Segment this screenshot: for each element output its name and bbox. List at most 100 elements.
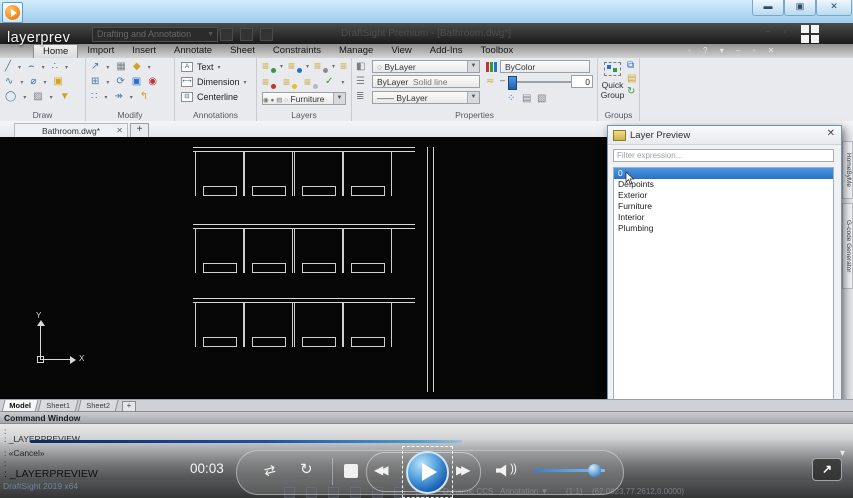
- polygon-tool-icon[interactable]: ▼: [60, 91, 70, 103]
- dimension-button[interactable]: Dimension: [197, 77, 240, 87]
- copy-properties-icon[interactable]: ▤: [522, 93, 531, 105]
- circle-tool-icon[interactable]: ◯: [5, 91, 16, 103]
- stop-button[interactable]: [344, 464, 358, 478]
- color-select[interactable]: ByColor: [500, 60, 590, 73]
- match-properties-icon[interactable]: ⁘: [507, 93, 515, 105]
- open-file-icon[interactable]: [240, 28, 253, 41]
- volume-slider-thumb[interactable]: [588, 464, 601, 477]
- toolbar-play-button[interactable]: [2, 2, 23, 23]
- tab-manage[interactable]: Manage: [330, 44, 382, 58]
- rotate-tool-icon[interactable]: ⟳: [116, 76, 124, 88]
- layer-freeze-icon[interactable]: [288, 61, 301, 72]
- close-document-icon[interactable]: ✕: [116, 124, 123, 138]
- layer-ok-icon[interactable]: ✓: [325, 76, 333, 88]
- lineweight-icon[interactable]: ≣: [356, 91, 364, 103]
- layer-lock-icon[interactable]: [314, 61, 327, 72]
- status-icon[interactable]: [328, 487, 339, 498]
- chevron-down-icon[interactable]: ▼: [467, 92, 479, 103]
- rectangle-tool-icon[interactable]: ▣: [53, 76, 62, 88]
- hatch-lines-icon[interactable]: ☰: [356, 76, 365, 88]
- tab-toolbox[interactable]: Toolbox: [472, 44, 523, 58]
- document-properties-icon[interactable]: ▧: [537, 93, 546, 105]
- layer-select[interactable]: ◉ ● ▤ ○ Furniture ▼: [262, 92, 346, 105]
- layer-list-item-selected[interactable]: 0: [614, 168, 833, 179]
- workspace-dropdown[interactable]: Drafting and Annotation ▼: [92, 27, 218, 42]
- ribbon-helper-icons[interactable]: ◦ ? ▾ – ▫ ✕: [688, 46, 779, 55]
- quick-group-button[interactable]: Quick Group: [598, 81, 627, 100]
- tab-insert[interactable]: Insert: [123, 44, 165, 58]
- layer-list[interactable]: 0 Defpoints Exterior Furniture Interior …: [613, 167, 834, 400]
- explode-tool-icon[interactable]: ↰: [140, 91, 148, 103]
- scale-tool-icon[interactable]: ▣: [132, 76, 141, 88]
- status-icon[interactable]: [372, 487, 383, 498]
- line-color-select[interactable]: ○ ByLayer ▼: [372, 60, 480, 73]
- side-tab-homebyme[interactable]: HomeByMe: [842, 141, 853, 199]
- fullscreen-button[interactable]: ↗: [812, 458, 842, 481]
- status-icon[interactable]: [284, 487, 295, 498]
- transparency-slider-track[interactable]: [508, 81, 572, 83]
- layer-list-item[interactable]: Defpoints: [614, 179, 833, 190]
- tab-view[interactable]: View: [382, 44, 420, 58]
- chevron-down-icon[interactable]: ▼: [333, 93, 345, 104]
- command-prompt[interactable]: : _LAYERPREVIEW: [4, 468, 98, 480]
- new-document-button[interactable]: +: [130, 123, 149, 138]
- save-file-icon[interactable]: [260, 28, 273, 41]
- layer-state-icon-3[interactable]: [304, 77, 317, 88]
- color-bars-icon[interactable]: [486, 62, 497, 72]
- new-file-icon[interactable]: [220, 28, 233, 41]
- point-tool-icon[interactable]: ∴: [52, 61, 58, 73]
- properties-painter-icon[interactable]: ◧: [356, 61, 365, 73]
- annotation-scale-dropdown[interactable]: Annotation ▼: [500, 487, 548, 496]
- tab-home[interactable]: Home: [33, 44, 78, 58]
- maximize-window-button[interactable]: ▣: [784, 0, 816, 16]
- move-tool-icon[interactable]: ↗: [91, 61, 99, 73]
- ellipse-tool-icon[interactable]: ⌀: [30, 76, 36, 88]
- status-icon[interactable]: [350, 487, 361, 498]
- spline-tool-icon[interactable]: ∿: [5, 76, 13, 88]
- array-tool-icon[interactable]: ∷: [91, 91, 97, 103]
- group-manager-icon[interactable]: ↻: [627, 86, 635, 98]
- layer-list-item[interactable]: Interior: [614, 212, 833, 223]
- dialog-titlebar[interactable]: Layer Preview ✕: [608, 126, 841, 145]
- overlay-caret-icon[interactable]: ▾: [840, 448, 845, 459]
- hatch-tool-icon[interactable]: ▨: [33, 91, 42, 103]
- layer-list-item[interactable]: Exterior: [614, 190, 833, 201]
- tab-annotate[interactable]: Annotate: [165, 44, 221, 58]
- line-style-select[interactable]: ByLayer Solid line: [372, 75, 480, 88]
- tab-import[interactable]: Import: [78, 44, 123, 58]
- erase-tool-icon[interactable]: ◆: [133, 61, 141, 73]
- dialog-close-icon[interactable]: ✕: [827, 129, 835, 139]
- rewind-button[interactable]: ◀◀: [374, 463, 384, 477]
- line-weight-select[interactable]: —— ByLayer ▼: [372, 91, 480, 104]
- offset-tool-icon[interactable]: ↠: [114, 91, 122, 103]
- layer-state-icon-2[interactable]: [283, 77, 296, 88]
- tab-sheet[interactable]: Sheet: [221, 44, 264, 58]
- video-progress-bar[interactable]: [30, 440, 462, 443]
- layer-on-icon[interactable]: [262, 61, 275, 72]
- close-window-button[interactable]: ✕: [816, 0, 852, 16]
- document-tab[interactable]: Bathroom.dwg* ✕: [14, 123, 128, 138]
- side-tab-gcode-generator[interactable]: G-code Generator: [842, 203, 853, 289]
- status-icon[interactable]: [306, 487, 317, 498]
- tab-add-ins[interactable]: Add-Ins: [421, 44, 472, 58]
- line-tool-icon[interactable]: ╱: [5, 61, 11, 73]
- stretch-tool-icon[interactable]: ⊞: [91, 76, 99, 88]
- layer-state-icon-1[interactable]: [262, 77, 275, 88]
- filter-expression-input[interactable]: [613, 149, 834, 162]
- fast-forward-button[interactable]: ▶▶: [456, 463, 466, 477]
- tab-constraints[interactable]: Constraints: [264, 44, 330, 58]
- edit-group-icon[interactable]: ⧉: [627, 60, 634, 72]
- pattern-tool-icon[interactable]: ▦: [116, 61, 125, 73]
- play-button[interactable]: [402, 446, 453, 498]
- ungroup-icon[interactable]: ▤: [627, 73, 636, 85]
- layer-list-item[interactable]: Plumbing: [614, 223, 833, 234]
- layer-list-item[interactable]: Furniture: [614, 201, 833, 212]
- chevron-down-icon[interactable]: ▼: [467, 61, 479, 72]
- loop-icon[interactable]: ↻: [300, 460, 313, 478]
- text-button[interactable]: Text: [197, 62, 214, 72]
- transparency-value-field[interactable]: [571, 75, 593, 88]
- command-window-header[interactable]: Command Window: [0, 411, 853, 424]
- centerline-button[interactable]: Centerline: [197, 92, 238, 102]
- minus-icon[interactable]: –: [500, 75, 505, 85]
- arc-tool-icon[interactable]: ⌢: [28, 61, 35, 73]
